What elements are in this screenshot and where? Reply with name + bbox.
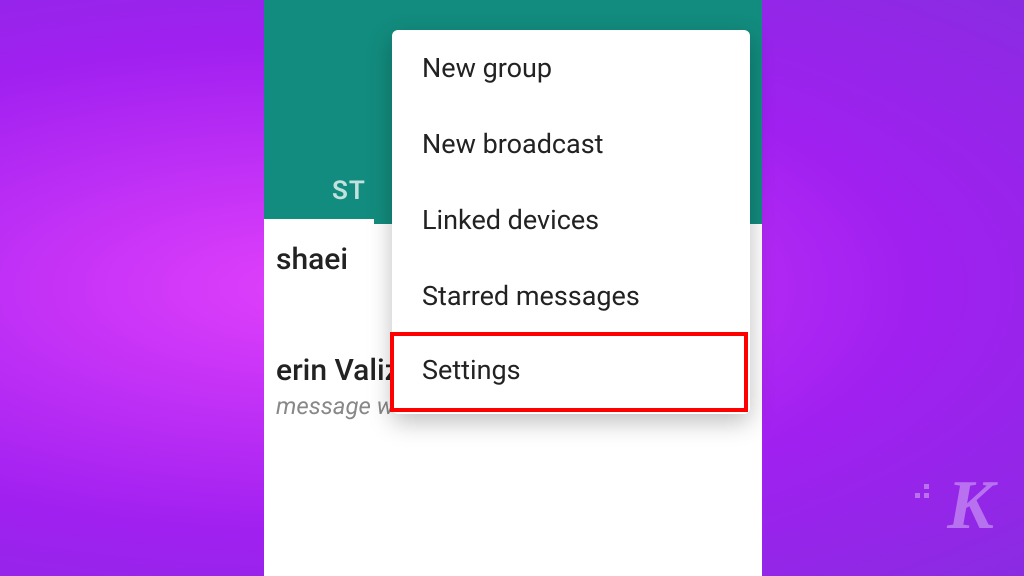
watermark-dots-icon [906,484,929,498]
tab-status[interactable]: ST [332,176,366,206]
watermark-logo: K [947,466,994,546]
menu-item-settings[interactable]: Settings [390,332,748,412]
menu-item-linked-devices[interactable]: Linked devices [392,182,750,258]
tab-chats-indicator[interactable] [264,219,374,224]
menu-item-new-broadcast[interactable]: New broadcast [392,106,750,182]
menu-item-new-group[interactable]: New group [392,30,750,106]
menu-item-starred-messages[interactable]: Starred messages [392,258,750,334]
overflow-menu: New group New broadcast Linked devices S… [392,30,750,414]
